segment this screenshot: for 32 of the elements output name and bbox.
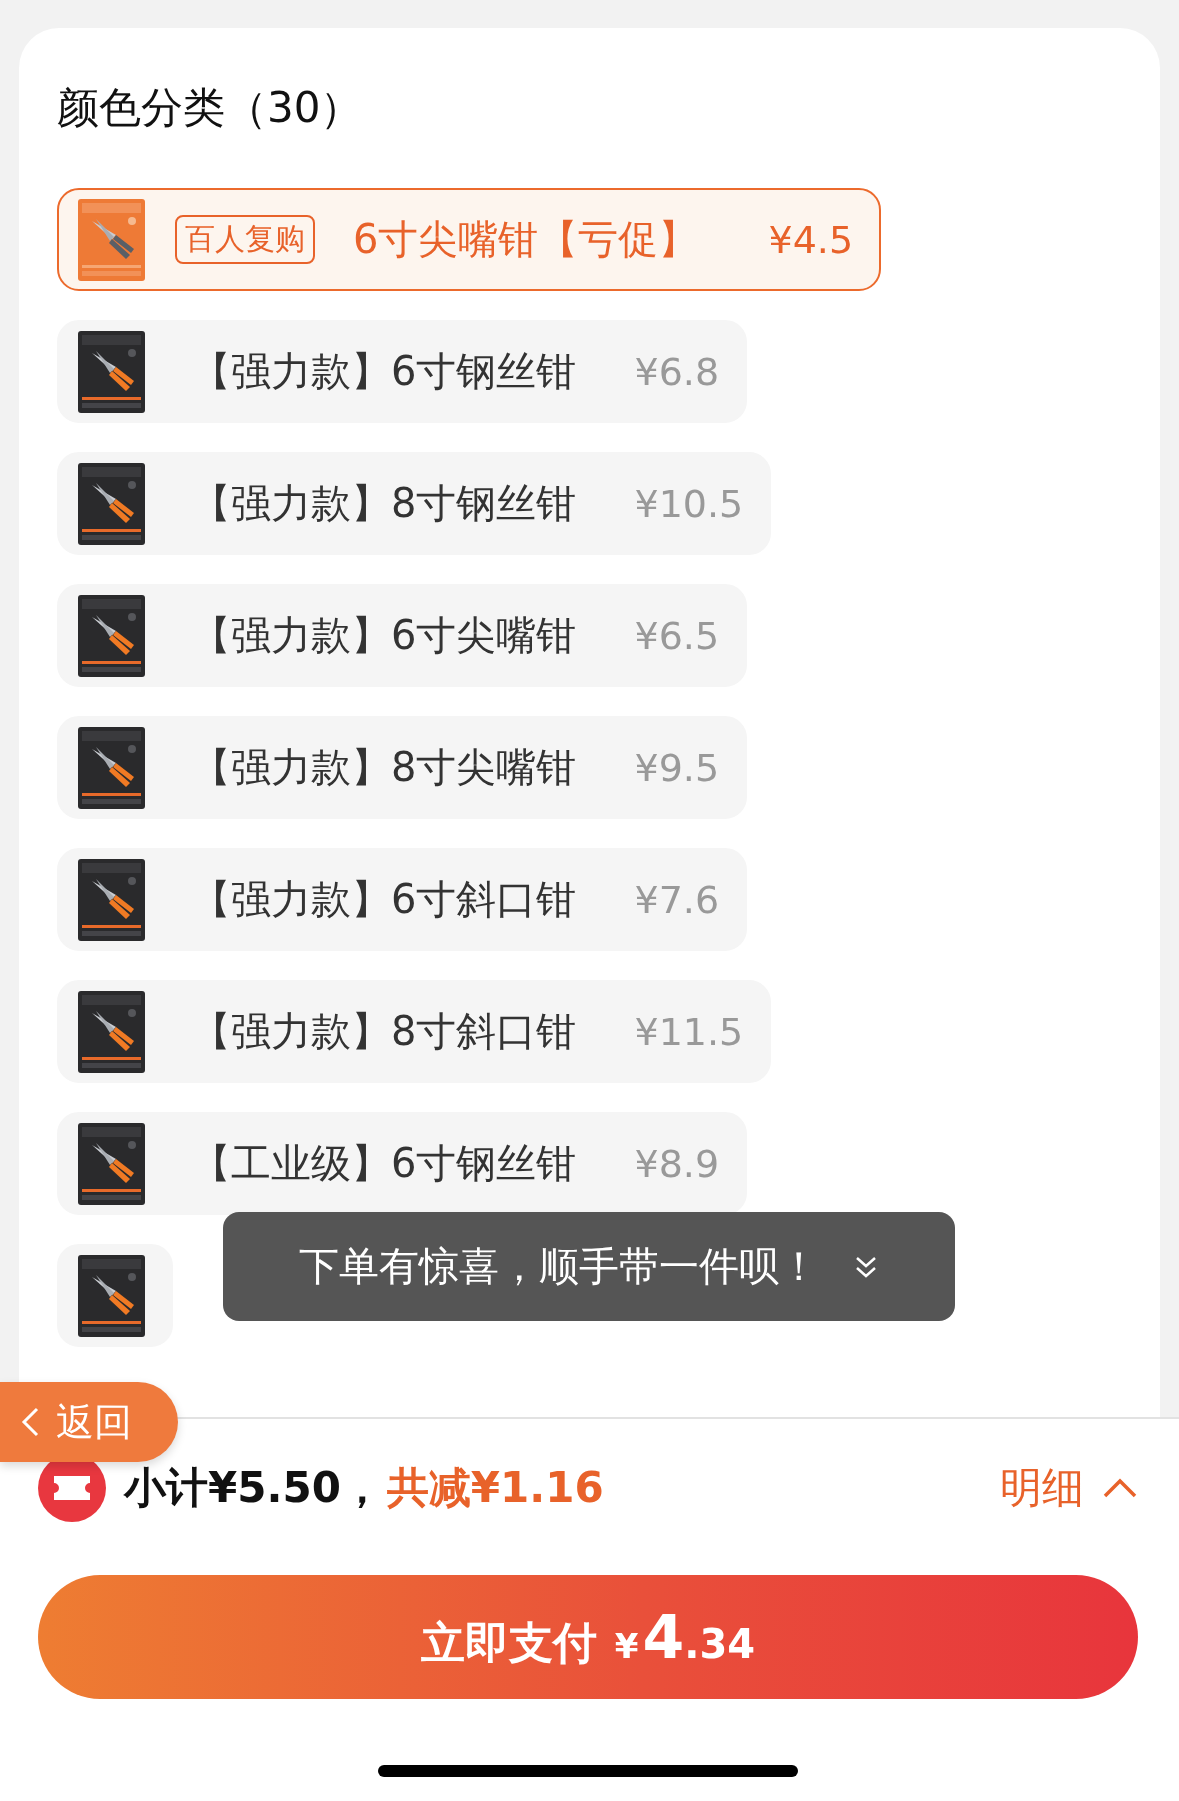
option-name: 【工业级】6寸钢丝钳 (191, 1139, 577, 1188)
discount-text: 共减¥1.16 (386, 1462, 604, 1514)
subtotal-text: 小计¥5.50， (124, 1462, 383, 1514)
option-item[interactable]: 【强力款】6寸斜口钳 ¥7.6 (57, 848, 748, 951)
option-item[interactable]: 【强力款】8寸斜口钳 ¥11.5 (57, 980, 772, 1083)
option-price: ¥10.5 (634, 481, 744, 526)
option-price: ¥6.5 (634, 613, 720, 658)
option-price: ¥11.5 (634, 1009, 744, 1054)
option-item[interactable]: 【强力款】6寸尖嘴钳 ¥6.5 (57, 584, 748, 687)
chevron-up-icon (1102, 1477, 1138, 1499)
option-name: 【强力款】8寸斜口钳 (191, 1007, 577, 1056)
option-item[interactable]: 【强力款】6寸钢丝钳 ¥6.8 (57, 320, 748, 423)
option-item[interactable]: 【工业级】6寸钢丝钳 ¥8.9 (57, 1112, 748, 1215)
option-name: 【强力款】8寸钢丝钳 (191, 479, 577, 528)
option-price: ¥4.5 (768, 217, 854, 262)
option-name: 【强力款】6寸斜口钳 (191, 875, 577, 924)
option-name: 【强力款】8寸尖嘴钳 (191, 743, 577, 792)
option-item[interactable]: 【强力款】8寸尖嘴钳 ¥9.5 (57, 716, 748, 819)
option-item[interactable]: 【强力款】8寸钢丝钳 ¥10.5 (57, 452, 772, 555)
option-price: ¥9.5 (634, 745, 720, 790)
section-title: 颜色分类（30） (57, 82, 363, 134)
toast-text: 下单有惊喜，顺手带一件呗！ (299, 1242, 819, 1291)
pay-button[interactable]: 立即支付 ¥4.34 (38, 1575, 1138, 1699)
option-price: ¥8.9 (634, 1141, 720, 1186)
option-name: 【强力款】6寸钢丝钳 (191, 347, 577, 396)
option-price: ¥7.6 (634, 877, 720, 922)
option-name: 6寸尖嘴钳【亏促】 (353, 215, 699, 264)
option-price: ¥6.8 (634, 349, 720, 394)
option-item[interactable] (57, 1244, 173, 1347)
chevron-left-icon (20, 1406, 40, 1438)
badge: 百人复购 (175, 215, 315, 264)
option-name: 【强力款】6寸尖嘴钳 (191, 611, 577, 660)
